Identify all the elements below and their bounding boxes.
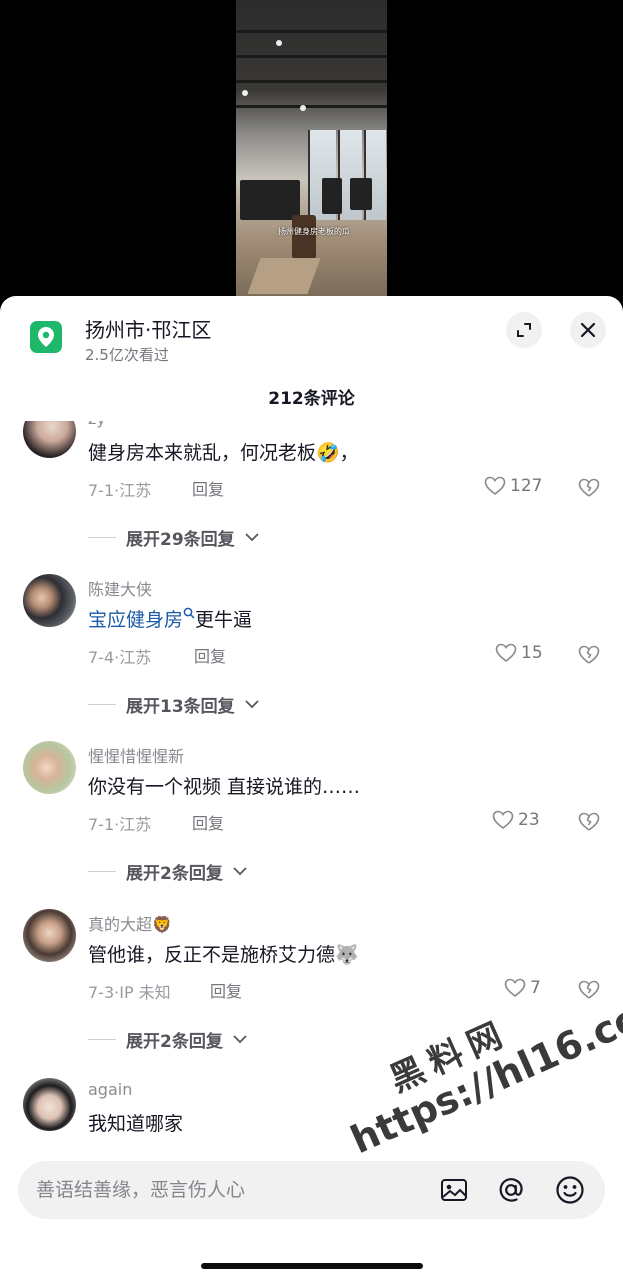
search-icon (183, 607, 195, 619)
heart-icon (484, 476, 506, 496)
reply-button[interactable]: 回复 (192, 810, 224, 834)
avatar[interactable] (23, 574, 76, 627)
comment-text: 你没有一个视频 直接说谁的…… (88, 776, 361, 798)
like-count: 127 (510, 476, 543, 496)
reply-button[interactable]: 回复 (194, 643, 226, 667)
expand-replies-label: 展开29条回复 (126, 530, 235, 550)
location-views: 2.5亿次看过 (85, 346, 169, 364)
comment-text: 健身房本来就乱，何况老板🤣， (88, 442, 359, 464)
comment-date-location: 7-1·江苏 (88, 481, 152, 500)
broken-heart-icon (578, 812, 600, 831)
comment-text: 我知道哪家 (88, 1113, 184, 1135)
expand-replies-label: 展开2条回复 (126, 1032, 223, 1052)
emoji-icon[interactable] (555, 1175, 585, 1205)
comment-username[interactable]: 惺惺惜惺惺新 (88, 743, 184, 767)
comment-input-bar (18, 1161, 605, 1219)
image-icon[interactable] (439, 1175, 469, 1205)
expand-replies-button[interactable]: 展开29条回复 (88, 525, 259, 550)
dislike-button[interactable] (578, 980, 600, 1004)
like-button[interactable]: 15 (495, 643, 543, 663)
comment-text: 宝应健身房 更牛逼 (88, 605, 252, 632)
home-indicator[interactable] (201, 1263, 423, 1269)
dislike-button[interactable] (578, 645, 600, 669)
chevron-down-icon (245, 533, 259, 542)
expand-replies-button[interactable]: 展开2条回复 (88, 859, 247, 884)
comment-input[interactable] (36, 1175, 416, 1205)
comment-date-location: 7-4·江苏 (88, 648, 152, 667)
expand-replies-button[interactable]: 展开2条回复 (88, 1027, 247, 1052)
video-caption: 扬州健身房老板的瓜 (278, 227, 350, 236)
comment-username[interactable]: 真的大超🦁 (88, 911, 172, 935)
like-button[interactable]: 23 (492, 810, 540, 830)
comment-sheet: 扬州市·邗江区 2.5亿次看过 212条评论 zy 健身房本来就乱，何况老板🤣，… (0, 296, 623, 1280)
expand-replies-button[interactable]: 展开13条回复 (88, 692, 259, 717)
like-count: 15 (521, 643, 543, 663)
comment-username[interactable]: 陈建大侠 (88, 576, 152, 600)
chevron-down-icon (233, 1035, 247, 1044)
comment-list[interactable]: zy 健身房本来就乱，何况老板🤣， 7-1·江苏 回复 127 展开29条回复 … (0, 421, 623, 1146)
video-player[interactable]: 扬州健身房老板的瓜 (0, 0, 623, 310)
chevron-down-icon (245, 700, 259, 709)
like-count: 23 (518, 810, 540, 830)
like-button[interactable]: 7 (504, 978, 541, 998)
reply-button[interactable]: 回复 (210, 978, 242, 1002)
search-link[interactable]: 宝应健身房 (88, 609, 183, 631)
expand-icon (517, 323, 531, 337)
comment-count-title: 212条评论 (268, 389, 355, 409)
comment-text: 管他谁，反正不是施桥艾力德🐺 (88, 944, 359, 966)
close-button[interactable] (570, 312, 606, 348)
heart-icon (492, 810, 514, 830)
comment-date-location: 7-3·IP 未知 (88, 983, 171, 1002)
at-icon[interactable] (496, 1175, 526, 1205)
comment-username[interactable]: zy (88, 421, 106, 428)
broken-heart-icon (578, 645, 600, 664)
dislike-button[interactable] (578, 478, 600, 502)
avatar[interactable] (23, 421, 76, 458)
broken-heart-icon (578, 478, 600, 497)
avatar[interactable] (23, 1078, 76, 1131)
expand-replies-label: 展开2条回复 (126, 864, 223, 884)
fullscreen-button[interactable] (506, 312, 542, 348)
broken-heart-icon (578, 980, 600, 999)
comment-date-location: 7-1·江苏 (88, 815, 152, 834)
expand-replies-label: 展开13条回复 (126, 697, 235, 717)
heart-icon (504, 978, 526, 998)
dislike-button[interactable] (578, 812, 600, 836)
video-frame: 扬州健身房老板的瓜 (236, 0, 387, 298)
close-icon (580, 322, 596, 338)
chevron-down-icon (233, 867, 247, 876)
avatar[interactable] (23, 741, 76, 794)
comment-text-rest: 更牛逼 (195, 609, 253, 631)
reply-button[interactable]: 回复 (192, 476, 224, 500)
location-header[interactable]: 扬州市·邗江区 2.5亿次看过 (0, 296, 623, 376)
location-title: 扬州市·邗江区 (85, 318, 212, 342)
heart-icon (495, 643, 517, 663)
like-count: 7 (530, 978, 541, 998)
map-pin-icon (30, 321, 62, 353)
comment-username[interactable]: again (88, 1080, 132, 1099)
like-button[interactable]: 127 (484, 476, 542, 496)
avatar[interactable] (23, 909, 76, 962)
